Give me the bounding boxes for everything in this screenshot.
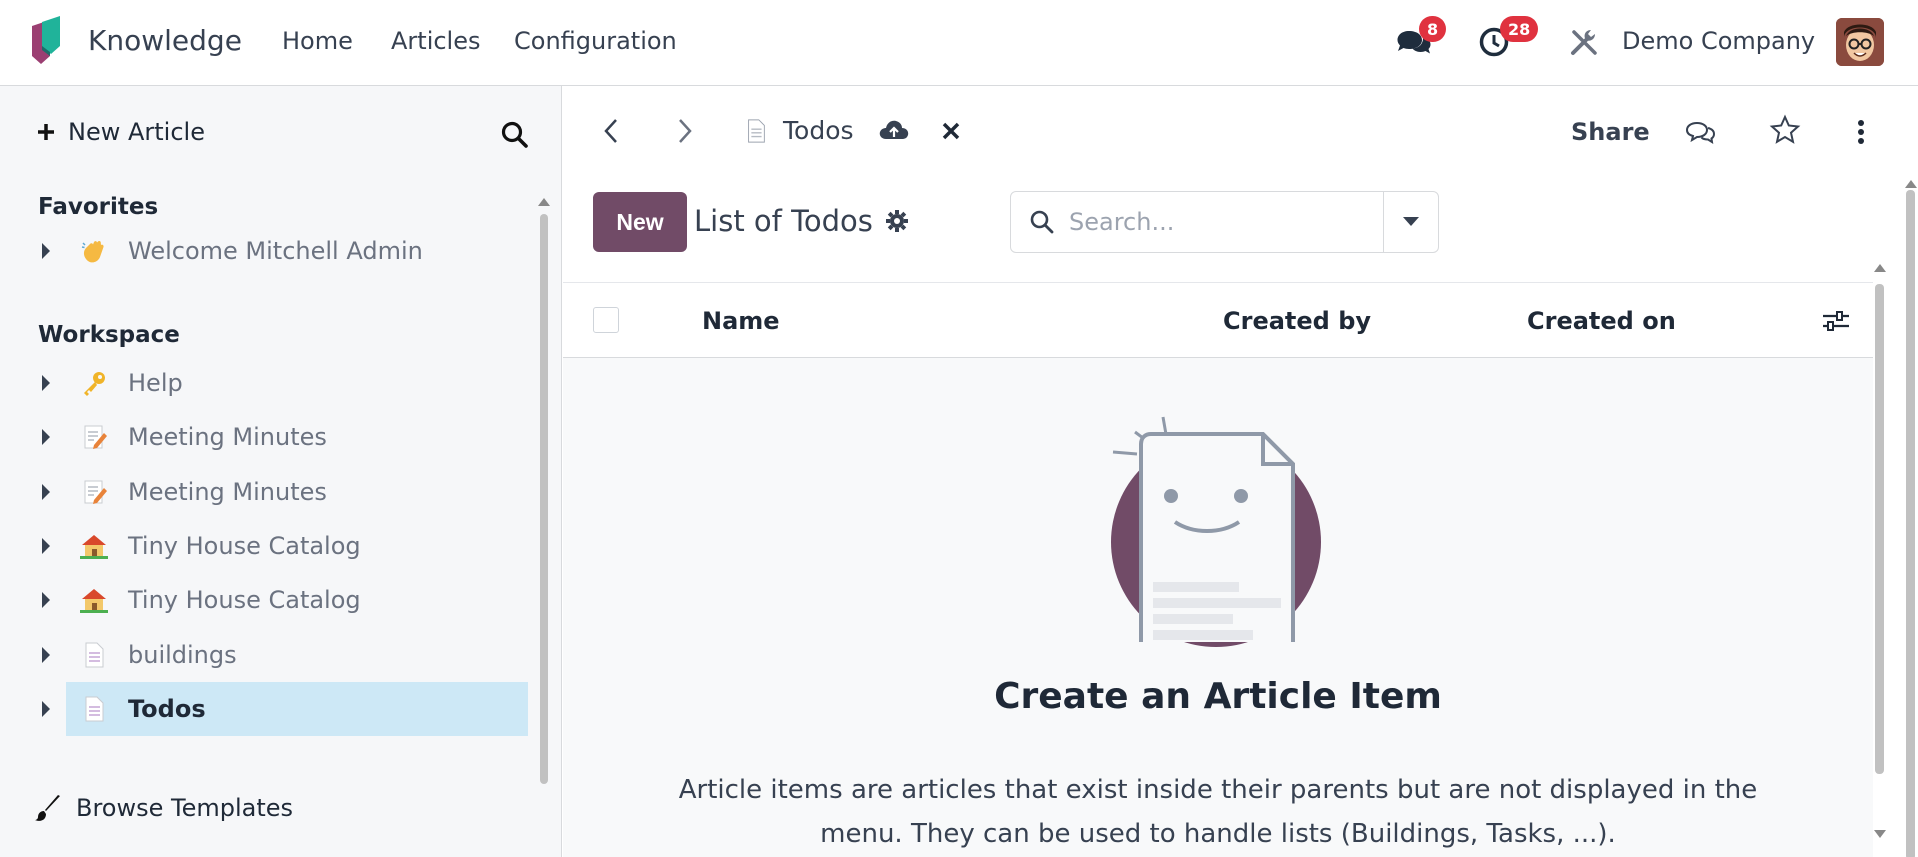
search-bar xyxy=(1010,191,1439,253)
browse-templates-button[interactable]: Browse Templates xyxy=(34,794,293,822)
search-input[interactable] xyxy=(1069,208,1369,236)
key-icon xyxy=(78,367,110,399)
company-switcher[interactable]: Demo Company xyxy=(1622,27,1815,55)
knowledge-logo-icon[interactable] xyxy=(28,16,68,68)
expand-caret-icon[interactable] xyxy=(42,701,50,717)
column-header-name[interactable]: Name xyxy=(702,307,780,335)
sidebar-item-label: Tiny House Catalog xyxy=(128,586,361,614)
expand-caret-icon[interactable] xyxy=(42,375,50,391)
tools-icon xyxy=(1571,30,1597,55)
view-title-label: List of Todos xyxy=(694,204,873,238)
select-all-checkbox[interactable] xyxy=(593,307,619,333)
more-options-icon[interactable] xyxy=(1856,118,1866,146)
house-icon xyxy=(78,584,110,616)
share-button[interactable]: Share xyxy=(1571,118,1650,146)
page-icon xyxy=(748,118,765,143)
article-main-panel: Todos Share New List of Todos Search... … xyxy=(563,86,1918,857)
expand-caret-icon[interactable] xyxy=(42,429,50,445)
list-view-title: List of Todos xyxy=(694,204,909,238)
article-title[interactable]: Todos xyxy=(783,116,854,145)
new-article-button[interactable]: New Article xyxy=(36,118,205,146)
empty-state-title: Create an Article Item xyxy=(994,676,1442,717)
column-header-created-on[interactable]: Created on xyxy=(1527,307,1676,335)
empty-state: Create an Article Item Article items are… xyxy=(563,358,1873,857)
empty-state-description: Article items are articles that exist in… xyxy=(678,775,1758,849)
forward-arrow-icon[interactable] xyxy=(669,116,699,146)
sidebar-item-label: Help xyxy=(128,369,183,397)
sidebar-scroll-up-arrow[interactable] xyxy=(538,198,550,206)
knowledge-sidebar: New Article Favorites Welcome Mitchell A… xyxy=(0,86,562,857)
user-face-icon xyxy=(1836,18,1884,66)
page-icon xyxy=(78,693,110,725)
memo-icon xyxy=(78,421,110,453)
sidebar-item-label: Tiny House Catalog xyxy=(128,532,361,560)
favorite-star-icon[interactable] xyxy=(1769,114,1801,146)
menu-configuration[interactable]: Configuration xyxy=(514,27,677,55)
sidebar-item-label: Meeting Minutes xyxy=(128,423,327,451)
sidebar-item-help[interactable]: Help xyxy=(42,356,528,410)
sidebar-item-meeting-minutes[interactable]: Meeting Minutes xyxy=(42,410,528,464)
activities-count-badge: 28 xyxy=(1500,16,1539,42)
sidebar-item-label: Meeting Minutes xyxy=(128,478,327,506)
paintbrush-icon xyxy=(35,795,60,821)
optional-columns-icon[interactable] xyxy=(1821,307,1851,335)
list-scroll-up-arrow[interactable] xyxy=(1874,264,1886,272)
menu-articles[interactable]: Articles xyxy=(391,27,481,55)
list-header-row: Name Created by Created on xyxy=(563,282,1873,358)
page-scrollbar[interactable] xyxy=(1906,190,1915,857)
cloud-upload-icon[interactable] xyxy=(878,117,910,145)
article-breadcrumb: Todos xyxy=(743,116,962,145)
gear-icon[interactable] xyxy=(885,209,909,233)
expand-caret-icon[interactable] xyxy=(42,592,50,608)
sidebar-item-label: Welcome Mitchell Admin xyxy=(128,237,423,265)
sidebar-item-label: buildings xyxy=(128,641,237,669)
house-icon xyxy=(78,530,110,562)
messages-count-badge: 8 xyxy=(1419,16,1447,42)
page-scroll-up-arrow[interactable] xyxy=(1905,180,1917,188)
back-arrow-icon[interactable] xyxy=(597,116,627,146)
debug-tools-button[interactable] xyxy=(1564,22,1604,62)
expand-caret-icon[interactable] xyxy=(42,538,50,554)
sidebar-item-tiny-house-catalog[interactable]: Tiny House Catalog xyxy=(42,519,528,573)
favorites-section-title: Favorites xyxy=(38,194,159,220)
expand-caret-icon[interactable] xyxy=(42,484,50,500)
sidebar-item-welcome[interactable]: Welcome Mitchell Admin xyxy=(42,224,528,278)
search-icon[interactable] xyxy=(500,120,530,150)
comments-icon[interactable] xyxy=(1685,118,1717,146)
sidebar-item-buildings[interactable]: buildings xyxy=(42,628,528,682)
new-record-button[interactable]: New xyxy=(593,192,687,252)
workspace-section-title: Workspace xyxy=(38,322,180,348)
browse-templates-label: Browse Templates xyxy=(76,794,294,822)
waving-hand-icon xyxy=(78,235,110,267)
discard-changes-icon[interactable] xyxy=(940,120,962,142)
page-icon xyxy=(78,639,110,671)
search-icon xyxy=(1030,210,1054,234)
new-article-label: New Article xyxy=(68,118,205,146)
search-options-toggle[interactable] xyxy=(1383,192,1438,252)
smiling-document-illustration xyxy=(1111,416,1321,647)
list-scroll-down-arrow[interactable] xyxy=(1874,830,1886,838)
sidebar-item-label: Todos xyxy=(128,695,206,723)
user-avatar[interactable] xyxy=(1836,18,1884,66)
list-scrollbar[interactable] xyxy=(1875,284,1884,774)
sidebar-item-tiny-house-catalog[interactable]: Tiny House Catalog xyxy=(42,573,528,627)
caret-down-icon xyxy=(1403,217,1419,226)
sidebar-scrollbar[interactable] xyxy=(540,214,548,784)
top-navbar: Knowledge Home Articles Configuration 8 … xyxy=(0,0,1918,86)
sidebar-item-todos[interactable]: Todos xyxy=(42,682,528,736)
plus-icon xyxy=(38,124,54,140)
expand-caret-icon[interactable] xyxy=(42,243,50,259)
app-name[interactable]: Knowledge xyxy=(88,24,242,57)
article-topbar: Todos Share xyxy=(563,86,1918,176)
expand-caret-icon[interactable] xyxy=(42,647,50,663)
sidebar-item-meeting-minutes[interactable]: Meeting Minutes xyxy=(42,465,528,519)
menu-home[interactable]: Home xyxy=(282,27,353,55)
column-header-created-by[interactable]: Created by xyxy=(1223,307,1371,335)
memo-icon xyxy=(78,476,110,508)
